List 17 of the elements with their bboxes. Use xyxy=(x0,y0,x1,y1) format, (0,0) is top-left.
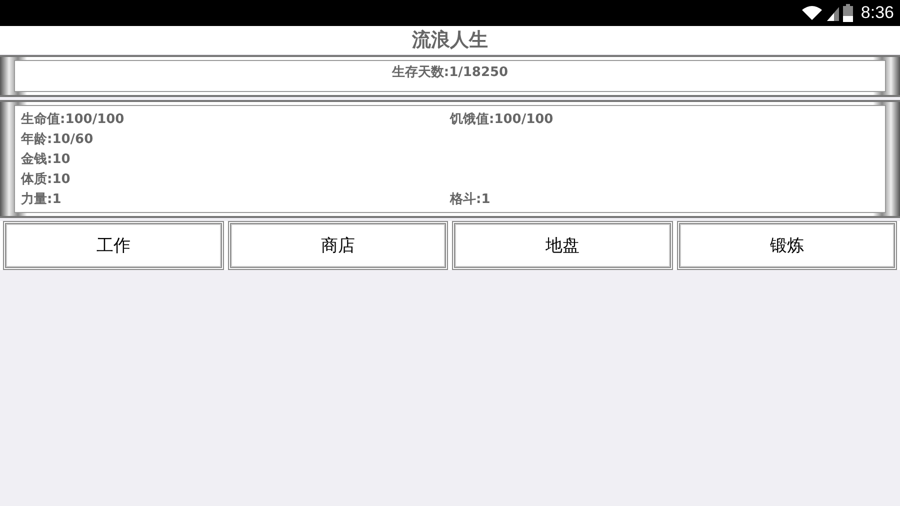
action-button[interactable]: 锻炼 xyxy=(676,221,897,270)
stat-text: 年龄:10/60 xyxy=(21,131,94,148)
battery-icon xyxy=(842,4,853,22)
stat-text: 金钱:10 xyxy=(21,151,72,168)
app-title: 流浪人生 xyxy=(412,28,488,53)
action-button[interactable]: 工作 xyxy=(3,221,224,270)
action-button[interactable]: 地盘 xyxy=(452,221,672,270)
wifi-icon xyxy=(800,5,823,21)
clock: 8:36 xyxy=(860,3,894,23)
days-text: 生存天数:1/18250 xyxy=(392,65,508,80)
stat-text: 饥饿值:100/100 xyxy=(450,111,554,128)
stat-text: 格斗:1 xyxy=(450,191,492,208)
stat-text: 生命值:100/100 xyxy=(21,111,126,128)
action-button[interactable]: 商店 xyxy=(228,221,448,270)
signal-icon xyxy=(826,5,839,21)
stat-text: 体质:10 xyxy=(21,171,72,188)
stat-text: 力量:1 xyxy=(21,191,62,208)
